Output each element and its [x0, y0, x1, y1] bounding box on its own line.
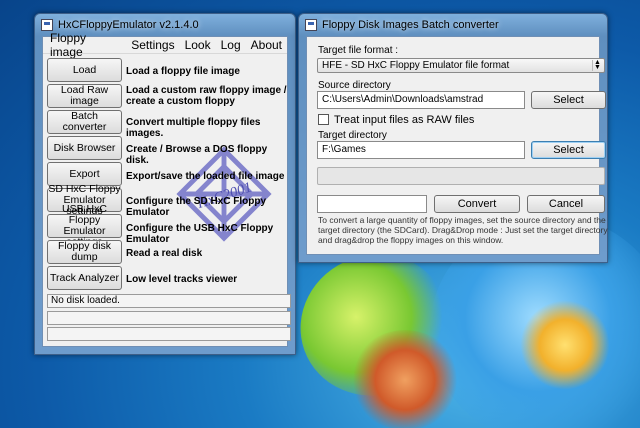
target-format-label: Target file format : [318, 45, 399, 56]
menu-settings[interactable]: Settings [126, 38, 179, 52]
target-directory-label: Target directory [318, 130, 387, 141]
track-analyzer-button[interactable]: Track Analyzer [47, 266, 122, 290]
menu-look[interactable]: Look [180, 38, 216, 52]
load-raw-image-description: Load a custom raw floppy image / create … [126, 85, 287, 107]
usb-hxc-settings-button[interactable]: USB HxC Floppy Emulator settings [47, 204, 122, 248]
floppy-disk-dump-button[interactable]: Floppy disk dump [47, 240, 122, 264]
status-line-empty [47, 311, 291, 325]
batch-converter-window: Floppy Disk Images Batch converter Targe… [298, 13, 608, 263]
status-line-empty [47, 327, 291, 341]
sd-hxc-settings-description: Configure the SD HxC Floppy Emulator [126, 196, 266, 218]
cancel-button[interactable]: Cancel [527, 195, 605, 213]
source-select-button[interactable]: Select [531, 91, 606, 109]
raw-files-checkbox[interactable] [318, 114, 329, 125]
convert-status-field [317, 195, 427, 213]
batch-converter-description: Convert multiple floppy files images. [126, 117, 261, 139]
load-raw-image-button[interactable]: Load Raw image [47, 84, 122, 108]
window-title: Floppy Disk Images Batch converter [322, 19, 499, 31]
convert-button[interactable]: Convert [434, 195, 520, 213]
disk-browser-description: Create / Browse a DOS floppy disk. [126, 144, 268, 166]
target-format-select[interactable]: HFE - SD HxC Floppy Emulator file format… [317, 58, 605, 73]
load-button[interactable]: Load [47, 58, 122, 82]
track-analyzer-description: Low level tracks viewer [126, 274, 238, 285]
menu-about[interactable]: About [246, 38, 287, 52]
target-select-button[interactable]: Select [531, 141, 606, 159]
status-line: No disk loaded. [47, 294, 291, 308]
window-title: HxCFloppyEmulator v2.1.4.0 [58, 19, 199, 31]
source-directory-label: Source directory [318, 80, 391, 91]
target-directory-input[interactable]: F:\Games [317, 141, 525, 159]
floppy-disk-dump-description: Read a real disk [126, 248, 203, 259]
target-format-value: HFE - SD HxC Floppy Emulator file format [322, 60, 510, 71]
window-client: Floppy image Settings Look Log About HxC… [42, 31, 291, 347]
menu-log[interactable]: Log [216, 38, 246, 52]
source-directory-input[interactable]: C:\Users\Admin\Downloads\amstrad [317, 91, 525, 109]
chevron-updown-icon[interactable]: ▲ ▼ [592, 59, 602, 71]
export-description: Export/save the loaded file image [126, 171, 285, 182]
raw-files-label: Treat input files as RAW files [334, 114, 475, 126]
hxc-main-window: HxCFloppyEmulator v2.1.4.0 Floppy image … [34, 13, 296, 355]
menu-floppy-image[interactable]: Floppy image [45, 31, 126, 59]
wallpaper-swirl [350, 330, 460, 428]
disk-browser-button[interactable]: Disk Browser [47, 136, 122, 160]
window-client: Target file format : HFE - SD HxC Floppy… [306, 36, 608, 255]
usb-hxc-settings-description: Configure the USB HxC Floppy Emulator [126, 223, 274, 245]
help-text: To convert a large quantity of floppy im… [318, 215, 608, 245]
app-icon [305, 19, 317, 31]
batch-converter-button[interactable]: Batch converter [47, 110, 122, 134]
app-icon [41, 19, 53, 31]
menubar: Floppy image Settings Look Log About [43, 31, 287, 59]
load-description: Load a floppy file image [126, 66, 240, 77]
conversion-progress-bar [317, 167, 605, 185]
wallpaper-swirl [520, 300, 610, 390]
titlebar[interactable]: Floppy Disk Images Batch converter [299, 14, 607, 36]
